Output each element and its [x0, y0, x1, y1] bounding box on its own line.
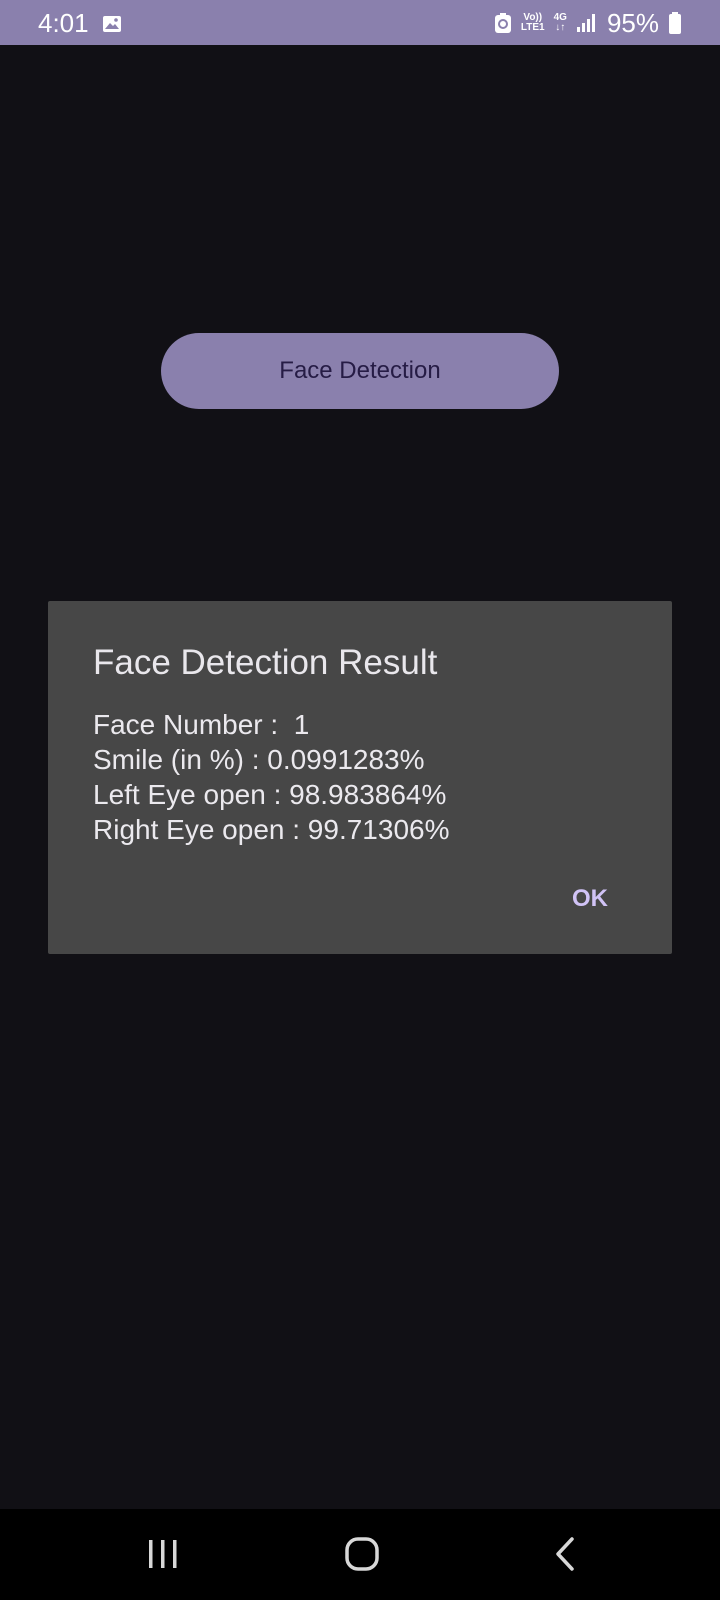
gallery-icon: [103, 16, 121, 32]
dialog-title: Face Detection Result: [93, 643, 438, 682]
volte-indicator: Vo)) LTE1: [521, 13, 545, 33]
navigation-bar: [0, 1509, 720, 1600]
battery-percent: 95%: [606, 8, 659, 38]
result-dialog: Face Detection Result Face Number : 1 Sm…: [48, 601, 672, 954]
data-arrows-icon: ↓↑: [555, 22, 566, 33]
home-icon[interactable]: [343, 1535, 381, 1573]
back-icon[interactable]: [553, 1535, 579, 1573]
lte-label: LTE1: [520, 22, 545, 33]
ok-button[interactable]: OK: [572, 885, 608, 913]
recents-icon[interactable]: [146, 1535, 180, 1573]
network-indicator: 4G ↓↑: [554, 13, 567, 33]
dialog-message: Face Number : 1 Smile (in %) : 0.0991283…: [93, 709, 450, 845]
signal-icon: [576, 14, 595, 32]
status-icons: Vo)) LTE1 4G ↓↑ 95%: [494, 8, 682, 38]
battery-icon: [669, 12, 681, 34]
status-bar: 4:01 Vo)) LTE1 4G ↓↑ 95%: [0, 0, 720, 45]
status-time: 4:01: [38, 8, 89, 38]
face-detection-button[interactable]: Face Detection: [161, 333, 559, 409]
data-saver-icon: [494, 13, 511, 33]
